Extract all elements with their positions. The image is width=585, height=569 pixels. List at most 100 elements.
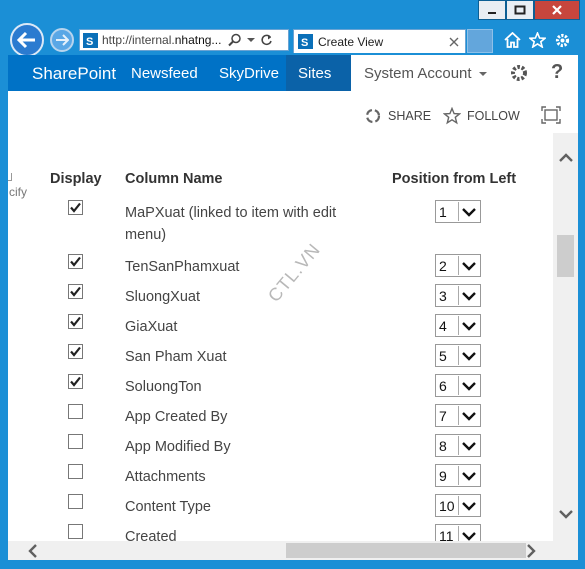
column-name: App Created By <box>125 409 228 425</box>
position-select[interactable]: 4 <box>435 314 481 337</box>
position-select[interactable]: 9 <box>435 464 481 487</box>
address-bar[interactable]: S http://internal.nhatng... <box>79 29 289 51</box>
column-name: SoluongTon <box>125 379 202 395</box>
chevron-down-icon <box>462 531 476 541</box>
suite-bar-nav: SharePoint Newsfeed SkyDrive Sites <box>8 55 351 91</box>
chevron-down-icon <box>462 261 476 271</box>
nav-link-newsfeed[interactable]: Newsfeed <box>131 65 198 82</box>
chevron-down-icon <box>462 441 476 451</box>
checkmark-icon <box>70 346 81 357</box>
scroll-up-arrow-icon[interactable] <box>559 153 573 163</box>
select-dropdown-button[interactable] <box>458 376 479 395</box>
position-value: 4 <box>439 317 447 334</box>
help-icon[interactable]: ? <box>551 61 563 84</box>
browser-window-frame: S http://internal.nhatng... S Create Vie… <box>0 0 585 569</box>
close-icon <box>552 5 562 15</box>
position-select[interactable]: 6 <box>435 374 481 397</box>
display-checkbox[interactable] <box>68 524 83 539</box>
column-row: San Pham Xuat 5 <box>8 344 553 374</box>
column-name: Attachments <box>125 469 206 485</box>
settings-gear-icon[interactable] <box>553 31 571 49</box>
column-row: SoluongTon 6 <box>8 374 553 404</box>
checkmark-icon <box>70 202 81 213</box>
search-icon[interactable] <box>228 33 242 47</box>
display-checkbox[interactable] <box>68 200 83 215</box>
new-tab-button[interactable] <box>467 29 493 53</box>
share-label: SHARE <box>388 109 432 123</box>
display-checkbox[interactable] <box>68 464 83 479</box>
refresh-icon[interactable] <box>260 34 273 47</box>
scroll-left-arrow-icon[interactable] <box>28 544 38 558</box>
home-icon[interactable] <box>503 31 521 49</box>
minimize-button[interactable] <box>478 0 506 20</box>
display-checkbox[interactable] <box>68 404 83 419</box>
sharepoint-brand[interactable]: SharePoint <box>32 64 116 84</box>
account-menu[interactable]: System Account <box>364 65 488 82</box>
chevron-down-icon <box>462 501 476 511</box>
select-dropdown-button[interactable] <box>458 202 479 221</box>
position-select[interactable]: 10 <box>435 494 481 517</box>
maximize-button[interactable] <box>506 0 534 20</box>
create-view-columns-panel: cify Display Column Name Position from L… <box>8 133 553 541</box>
position-select[interactable]: 3 <box>435 284 481 307</box>
vertical-scroll-thumb[interactable] <box>557 235 574 277</box>
position-select[interactable]: 2 <box>435 254 481 277</box>
column-name: Content Type <box>125 499 211 515</box>
browser-tab-create-view[interactable]: S Create View <box>293 29 466 53</box>
position-value: 6 <box>439 377 447 394</box>
display-checkbox[interactable] <box>68 254 83 269</box>
follow-button[interactable]: FOLLOW <box>443 107 520 125</box>
checkmark-icon <box>70 256 81 267</box>
svg-text:S: S <box>301 37 308 49</box>
position-value: 10 <box>439 497 455 514</box>
vertical-scrollbar[interactable] <box>553 133 578 541</box>
back-button[interactable] <box>10 23 44 57</box>
select-dropdown-button[interactable] <box>458 496 479 515</box>
horizontal-scrollbar[interactable] <box>8 541 578 560</box>
position-select[interactable]: 7 <box>435 404 481 427</box>
select-dropdown-button[interactable] <box>458 346 479 365</box>
truncated-bracket <box>8 173 12 181</box>
select-dropdown-button[interactable] <box>458 316 479 335</box>
display-checkbox[interactable] <box>68 494 83 509</box>
position-select[interactable]: 1 <box>435 200 481 223</box>
display-checkbox[interactable] <box>68 374 83 389</box>
column-row: MaPXuat (linked to item with edit menu) 1 <box>8 200 553 243</box>
close-window-button[interactable] <box>534 0 580 20</box>
settings-gear-icon[interactable] <box>509 63 529 83</box>
position-value: 8 <box>439 437 447 454</box>
forward-button[interactable] <box>50 28 74 52</box>
scroll-right-arrow-icon[interactable] <box>526 544 536 558</box>
horizontal-scroll-thumb[interactable] <box>286 543 526 558</box>
dropdown-arrow-icon[interactable] <box>246 35 256 45</box>
nav-link-sites-active[interactable]: Sites <box>286 55 351 91</box>
position-value: 2 <box>439 257 447 274</box>
display-checkbox[interactable] <box>68 284 83 299</box>
select-dropdown-button[interactable] <box>458 436 479 455</box>
share-button[interactable]: SHARE <box>364 107 431 125</box>
chevron-down-icon <box>462 291 476 301</box>
position-select[interactable]: 5 <box>435 344 481 367</box>
svg-text:S: S <box>86 36 93 48</box>
column-row: App Modified By 8 <box>8 434 553 464</box>
position-select[interactable]: 11 <box>435 524 481 541</box>
favorites-star-icon[interactable] <box>528 31 546 49</box>
close-tab-icon[interactable] <box>449 37 459 47</box>
display-checkbox[interactable] <box>68 344 83 359</box>
select-dropdown-button[interactable] <box>458 286 479 305</box>
select-dropdown-button[interactable] <box>458 406 479 425</box>
column-name: MaPXuat (linked to item with edit menu) <box>125 205 337 243</box>
nav-link-skydrive[interactable]: SkyDrive <box>219 65 279 82</box>
display-checkbox[interactable] <box>68 314 83 329</box>
select-dropdown-button[interactable] <box>458 256 479 275</box>
focus-content-icon[interactable] <box>541 106 561 129</box>
select-dropdown-button[interactable] <box>458 466 479 485</box>
header-position-from-left: Position from Left <box>392 171 517 187</box>
select-dropdown-button[interactable] <box>458 526 479 541</box>
scroll-down-arrow-icon[interactable] <box>559 509 573 519</box>
display-checkbox[interactable] <box>68 434 83 449</box>
position-select[interactable]: 8 <box>435 434 481 457</box>
column-name: Created <box>125 529 177 541</box>
chevron-down-icon <box>462 471 476 481</box>
scrollbar-corner <box>553 541 578 560</box>
